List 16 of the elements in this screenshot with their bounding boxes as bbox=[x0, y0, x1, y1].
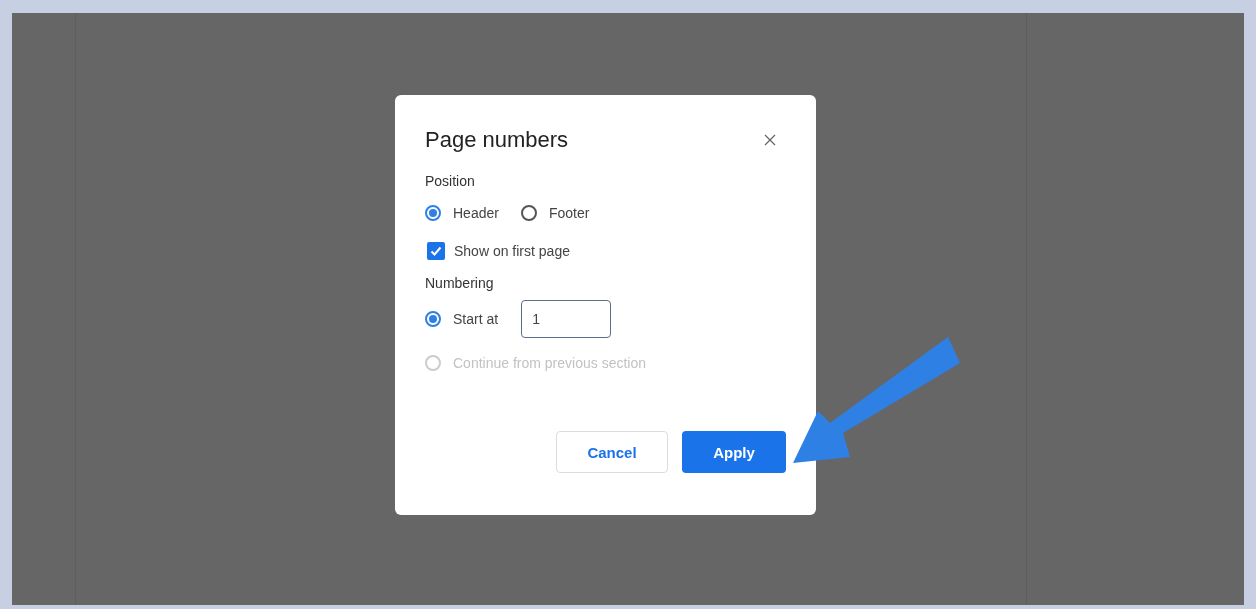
radio-button[interactable] bbox=[520, 205, 537, 221]
radio-button[interactable] bbox=[425, 311, 441, 327]
radio-button[interactable] bbox=[425, 205, 441, 221]
close-icon[interactable] bbox=[764, 134, 776, 146]
option-label: Footer bbox=[548, 205, 590, 221]
section-label: Numbering bbox=[425, 275, 495, 293]
checkbox[interactable] bbox=[427, 242, 445, 260]
dialog-title: Page numbers bbox=[425, 127, 569, 153]
section-label: Position bbox=[425, 173, 476, 191]
option-label: Start at bbox=[453, 311, 499, 327]
checkbox-label: Show on first page bbox=[454, 243, 570, 259]
cancel-button[interactable]: Cancel bbox=[556, 431, 668, 473]
start-number-field[interactable]: 1 bbox=[521, 300, 612, 338]
option-label: Header bbox=[453, 205, 499, 221]
apply-button[interactable]: Apply bbox=[682, 431, 786, 473]
option-label: Continue from previous section bbox=[453, 355, 646, 371]
